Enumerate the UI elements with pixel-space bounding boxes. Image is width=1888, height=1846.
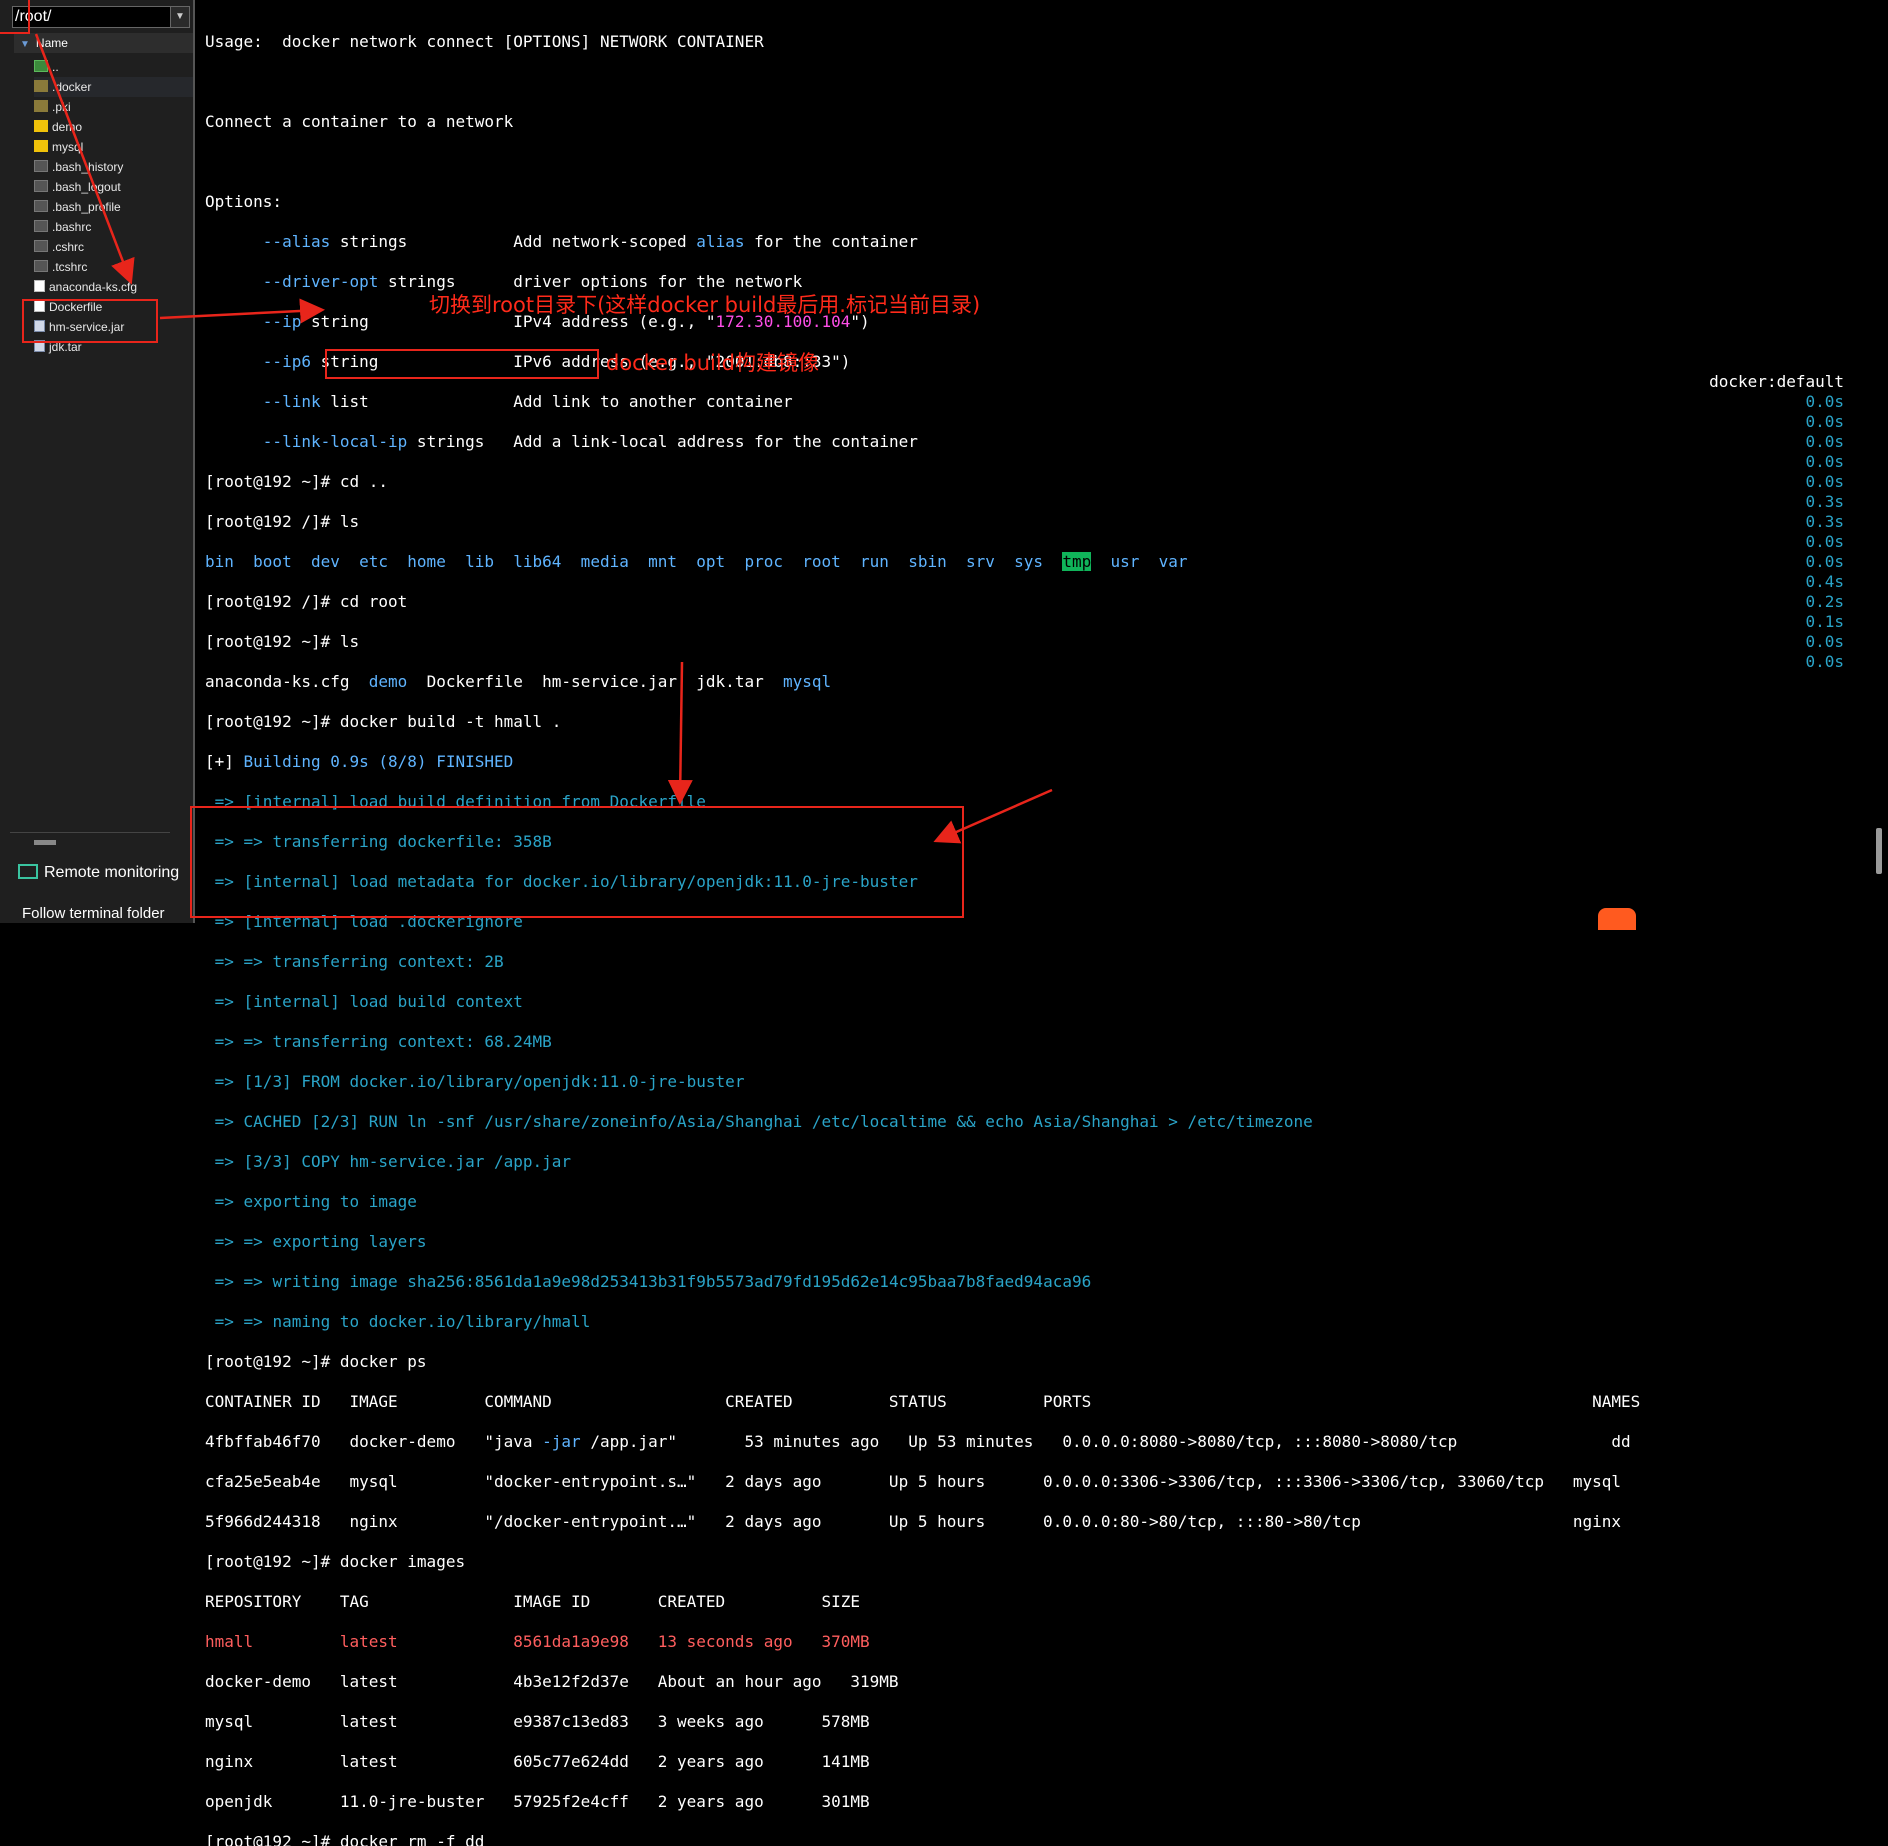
build-step-line: => [1/3] FROM docker.io/library/openjdk:… [214,1072,745,1091]
build-step-line: => => naming to docker.io/library/hmall [214,1312,591,1331]
images-table-row: openjdk 11.0-jre-buster 57925f2e4cff 2 y… [205,1792,870,1811]
ps-table-row: 4fbffab46f70 docker-demo "java -jar /app… [205,1432,1631,1451]
build-step-line: => CACHED [2/3] RUN ln -snf /usr/share/z… [214,1112,1313,1131]
build-step-line: => => transferring context: 2B [214,952,504,971]
ps-table-row: cfa25e5eab4e mysql "docker-entrypoint.s…… [205,1472,1622,1491]
build-step-line: => [3/3] COPY hm-service.jar /app.jar [214,1152,572,1171]
images-table-row: hmall latest 8561da1a9e98 13 seconds ago… [205,1632,870,1651]
terminal-line: [root@192 ~]# docker ps [205,1352,427,1371]
arrow-to-images [667,661,693,805]
terminal-line: [root@192 ~]# docker rm -f dd [205,1832,485,1846]
build-step-line: => => transferring context: 68.24MB [214,1032,552,1051]
arrow-to-hmall [933,788,1053,844]
ps-table-row: 5f966d244318 nginx "/docker-entrypoint.…… [205,1512,1622,1531]
annotation-arrows [34,33,1053,844]
arrow-files-to-cd [159,298,325,324]
build-step-line: => => writing image sha256:8561da1a9e98d… [214,1272,1092,1291]
build-step-line: => [internal] load build context [214,992,523,1011]
watermark-logo-icon [1598,908,1636,930]
images-table-row: mysql latest e9387c13ed83 3 weeks ago 57… [205,1712,870,1731]
images-table-header: REPOSITORY TAG IMAGE ID CREATED SIZE [205,1592,861,1611]
build-step-line: => exporting to image [214,1192,417,1211]
images-table-row: docker-demo latest 4b3e12f2d37e About an… [205,1672,899,1691]
arrow-path-to-files [34,33,135,285]
terminal-line: [root@192 ~]# docker images [205,1552,466,1571]
build-step-line: => => exporting layers [214,1232,427,1251]
images-table-row: nginx latest 605c77e624dd 2 years ago 14… [205,1752,870,1771]
ps-table-header: CONTAINER ID IMAGE COMMAND CREATED STATU… [205,1392,1641,1411]
